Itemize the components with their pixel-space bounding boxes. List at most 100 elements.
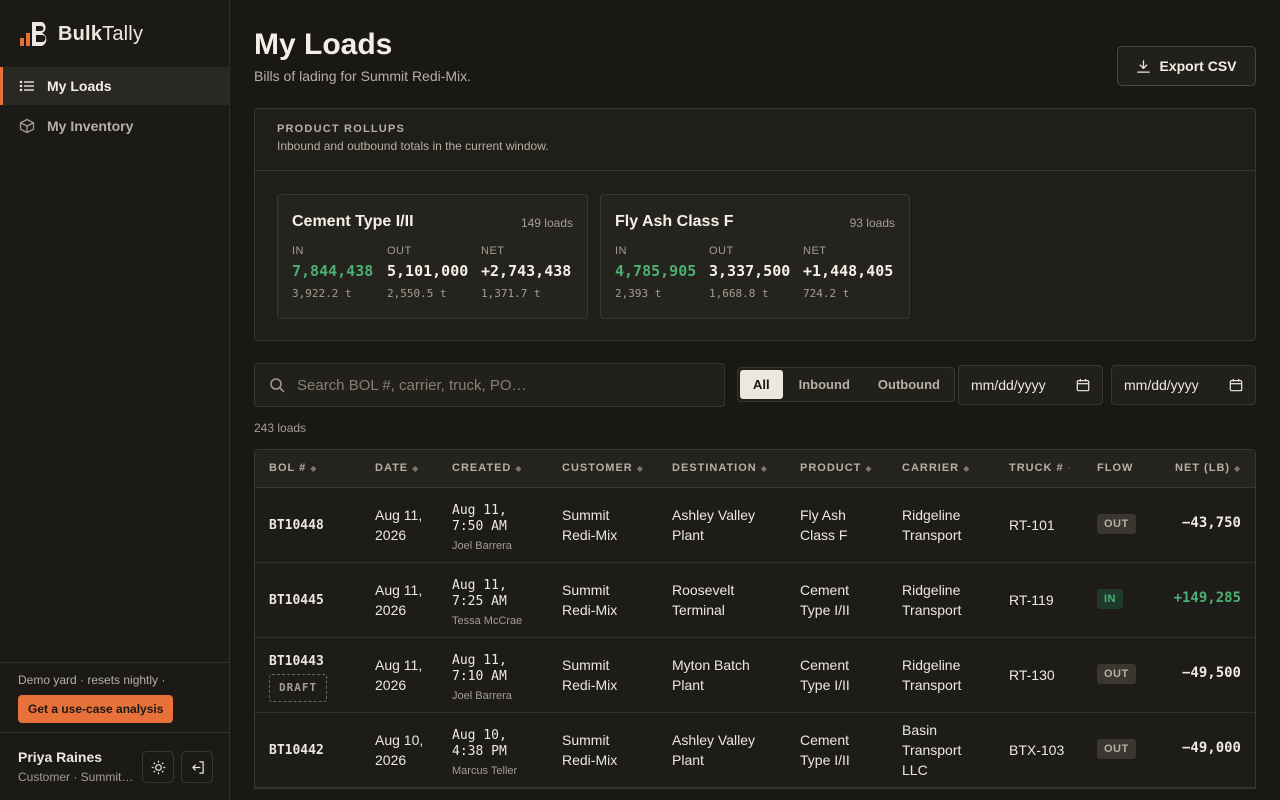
metric-tons: 3,922.2 t (292, 287, 352, 300)
metric-tons: 1,371.7 t (481, 287, 541, 300)
customer-cell: Summit Redi-Mix (562, 505, 617, 545)
column-header-customer[interactable]: CUSTOMER ◆ (562, 462, 644, 474)
metric-value: 4,785,905 (615, 262, 697, 280)
product-line: Type I/II (800, 752, 850, 768)
carrier-cell: Ridgeline Transport (902, 505, 961, 545)
net-cell: −49,500 (1181, 665, 1241, 681)
sort-icon: ◆ (1234, 464, 1242, 473)
date-cell: Aug 11, 2026 (375, 580, 422, 620)
theme-toggle-button[interactable] (142, 751, 174, 783)
column-header-net[interactable]: NET (LB) ◆ (1175, 462, 1241, 474)
flow-badge: OUT (1097, 664, 1136, 684)
product-line: Type I/II (800, 602, 850, 618)
metric-in: IN 7,844,438 3,922.2 t (292, 245, 373, 300)
metric-tons: 1,668.8 t (709, 287, 769, 300)
flow-badge: IN (1097, 589, 1123, 609)
sort-icon: · (1067, 464, 1072, 473)
sort-icon: ◆ (412, 464, 420, 473)
metric-value: 5,101,000 (387, 262, 469, 280)
date-to-field[interactable]: mm/dd/yyyy (1111, 365, 1256, 405)
table-row[interactable]: BT10442 Aug 10, 2026 Aug 10, 4:38 PM Marcus T… (255, 713, 1255, 788)
product-card-fly-ash: Fly Ash Class F 93 loads IN 4,785,905 2,… (600, 194, 910, 319)
column-header-created[interactable]: CREATED ◆ (452, 462, 523, 474)
created-by: Joel Barrera (452, 690, 512, 702)
bol-number: BT10448 (269, 518, 324, 533)
download-icon (1137, 59, 1151, 73)
bulktally-logo-icon (20, 22, 47, 46)
filter-all-button[interactable]: All (740, 370, 783, 399)
sort-icon: ◆ (636, 464, 644, 473)
destination-cell: Ashley Valley Plant (672, 730, 755, 770)
bol-number: BT10443 (269, 654, 324, 669)
column-header-destination[interactable]: DESTINATION ◆ (672, 462, 768, 474)
sidebar-item-label: My Loads (47, 78, 112, 94)
destination-cell: Roosevelt Terminal (672, 580, 734, 620)
draft-badge: DRAFT (269, 674, 328, 702)
table-row[interactable]: BT10443 DRAFT Aug 11, 2026 Aug 11, 7:10 AM Joe… (255, 638, 1255, 713)
rollups-header: PRODUCT ROLLUPS Inbound and outbound tot… (255, 109, 1255, 171)
export-csv-button[interactable]: Export CSV (1117, 46, 1256, 86)
created-time: 7:50 AM (452, 519, 507, 534)
product-rollups-panel: PRODUCT ROLLUPS Inbound and outbound tot… (254, 108, 1256, 341)
rollups-description: Inbound and outbound totals in the curre… (277, 139, 549, 153)
column-header-carrier[interactable]: CARRIER ◆ (902, 462, 970, 474)
table-row[interactable]: BT10445 Aug 11, 2026 Aug 11, 7:25 AM Tessa Mc… (255, 563, 1255, 638)
bol-cell[interactable]: BT10443 DRAFT (269, 652, 328, 702)
table-row[interactable]: BT10448 Aug 11, 2026 Aug 11, 7:50 AM Joel Bar… (255, 488, 1255, 563)
metric-tons: 2,550.5 t (387, 287, 447, 300)
metric-label: IN (615, 245, 627, 257)
filter-outbound-button[interactable]: Outbound (864, 368, 954, 401)
search-box (254, 363, 725, 407)
truck-cell: BTX-103 (1009, 742, 1065, 758)
sign-out-button[interactable] (181, 751, 213, 783)
metric-in: IN 4,785,905 2,393 t (615, 245, 696, 300)
bol-cell[interactable]: BT10445 (269, 591, 324, 611)
sort-icon: ◆ (760, 464, 768, 473)
carrier-cell: Basin Transport LLC (902, 720, 961, 780)
carrier-line: Basin (902, 722, 938, 738)
product-line: Cement (800, 582, 850, 598)
created-by: Tessa McCrae (452, 615, 523, 627)
product-line: Type I/II (800, 677, 850, 693)
column-header-truck[interactable]: TRUCK # · (1009, 462, 1071, 474)
sidebar-item-my-loads[interactable]: My Loads (0, 67, 229, 105)
page-title: My Loads (254, 28, 393, 61)
created-cell: Aug 11, 7:10 AM Joel Barrera (452, 653, 512, 706)
metric-net: NET +2,743,438 1,371.7 t (481, 245, 571, 300)
column-header-bol[interactable]: BOL # ◆ (269, 462, 317, 474)
destination-cell: Myton Batch Plant (672, 655, 750, 695)
carrier-line: Transport (902, 527, 962, 543)
product-card-cement: Cement Type I/II 149 loads IN 7,844,438 … (277, 194, 588, 319)
brand-logo[interactable]: BulkTally (18, 20, 143, 48)
product-line: Cement (800, 732, 850, 748)
product-cell: Fly Ash Class F (800, 505, 847, 545)
use-case-analysis-button[interactable]: Get a use-case analysis (18, 695, 174, 723)
customer-line: Redi-Mix (562, 752, 618, 768)
product-line: Class F (800, 527, 848, 543)
bol-number: BT10445 (269, 593, 324, 608)
bol-cell[interactable]: BT10448 (269, 516, 324, 536)
date-line: Aug 11, (375, 657, 423, 673)
metric-value: +1,448,405 (803, 262, 894, 280)
created-time: 4:38 PM (452, 744, 507, 759)
bol-cell[interactable]: BT10442 (269, 741, 324, 761)
search-icon (270, 378, 285, 393)
created-time: 7:25 AM (452, 594, 507, 609)
date-line: 2026 (375, 677, 407, 693)
customer-line: Summit (562, 732, 610, 748)
sun-icon (151, 760, 165, 774)
product-line: Fly Ash (800, 507, 846, 523)
column-header-product[interactable]: PRODUCT ◆ (800, 462, 873, 474)
metric-tons: 724.2 t (803, 287, 850, 300)
sidebar-item-my-inventory[interactable]: My Inventory (0, 107, 229, 145)
filter-inbound-button[interactable]: Inbound (785, 368, 864, 401)
date-cell: Aug 11, 2026 (375, 655, 422, 695)
bol-number: BT10442 (269, 743, 324, 758)
search-input[interactable] (297, 376, 697, 394)
date-line: Aug 10, (375, 732, 424, 748)
destination-line: Ashley Valley (672, 507, 756, 523)
metric-label: IN (292, 245, 304, 257)
date-from-field[interactable]: mm/dd/yyyy (958, 365, 1103, 405)
carrier-cell: Ridgeline Transport (902, 580, 961, 620)
column-header-date[interactable]: DATE ◆ (375, 462, 419, 474)
